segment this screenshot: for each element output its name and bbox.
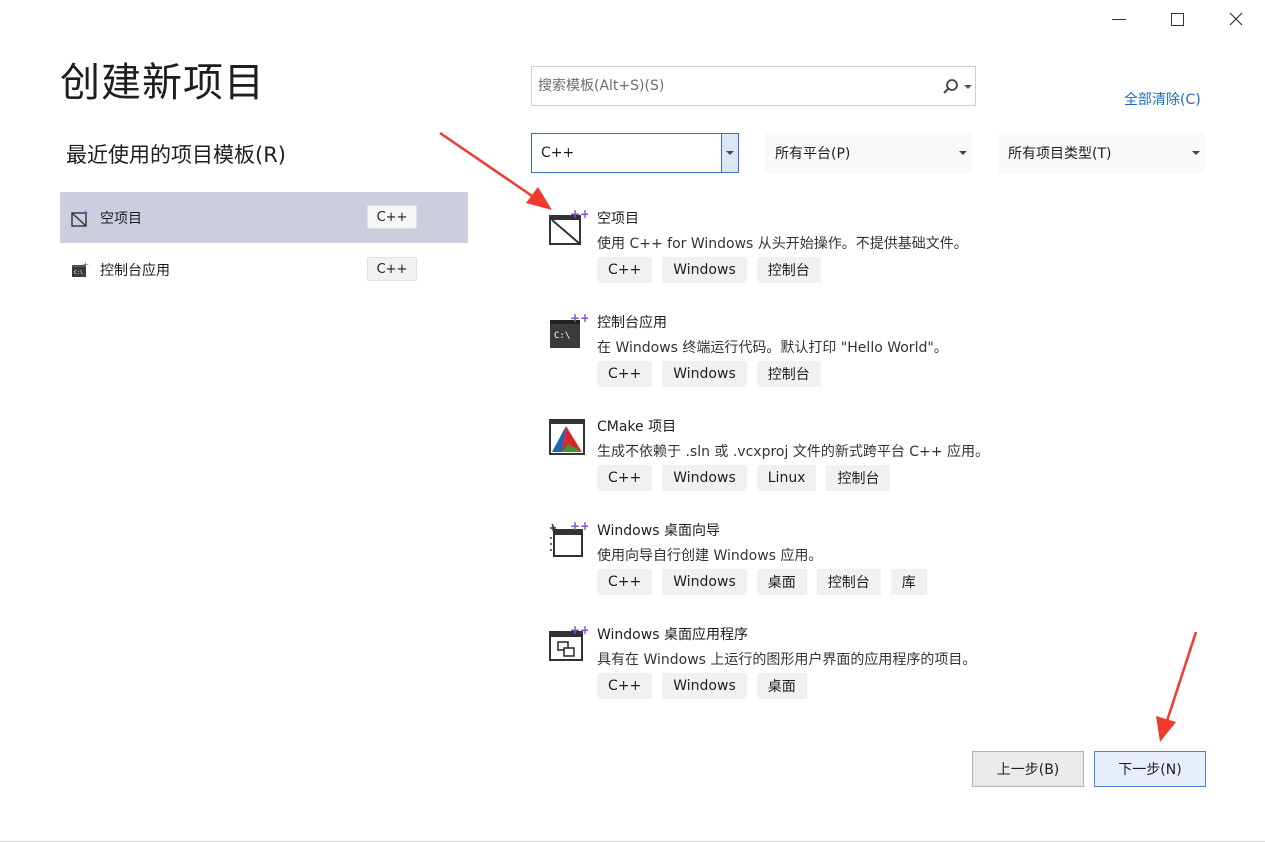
language-tag: C++ — [367, 205, 417, 229]
tag: C++ — [597, 465, 653, 491]
tag: 控制台 — [816, 569, 881, 595]
chevron-down-icon — [959, 151, 967, 155]
svg-text:++: ++ — [570, 624, 588, 637]
template-tags: C++ Windows 桌面 控制台 库 — [597, 569, 927, 595]
template-description: 在 Windows 终端运行代码。默认打印 "Hello World"。 — [597, 340, 948, 356]
project-type-filter-value: 所有项目类型(T) — [1008, 146, 1112, 162]
svg-text:C:\: C:\ — [554, 331, 570, 341]
template-tags: C++ Windows 控制台 — [597, 257, 821, 283]
project-type-filter[interactable]: 所有项目类型(T) — [998, 133, 1205, 173]
tag: 桌面 — [756, 569, 807, 595]
tag: Linux — [756, 465, 817, 491]
svg-text:++: ++ — [82, 260, 90, 269]
recent-templates-title: 最近使用的项目模板(R) — [66, 143, 286, 167]
platform-filter-value: 所有平台(P) — [775, 146, 851, 162]
template-search-input[interactable] — [532, 67, 944, 105]
template-tags: C++ Windows 桌面 — [597, 673, 807, 699]
minimize-icon — [1112, 18, 1126, 20]
tag: Windows — [662, 257, 747, 283]
tag: 库 — [890, 569, 927, 595]
console-app-icon: C:\ ++ — [70, 260, 90, 280]
svg-text:++: ++ — [570, 312, 588, 325]
template-name: Windows 桌面向导 — [597, 523, 720, 539]
clear-all-link[interactable]: 全部清除(C) — [1124, 89, 1201, 109]
tag: C++ — [597, 257, 653, 283]
template-desktop-wizard[interactable]: ++ Windows 桌面向导 使用向导自行创建 Windows 应用。 C++… — [540, 520, 1200, 620]
tag: Windows — [662, 569, 747, 595]
close-button[interactable] — [1207, 0, 1265, 38]
cmake-icon — [549, 419, 585, 455]
template-console-app[interactable]: C:\ ++ 控制台应用 在 Windows 终端运行代码。默认打印 "Hell… — [540, 312, 1200, 412]
maximize-icon — [1170, 12, 1184, 26]
tag: Windows — [662, 361, 747, 387]
desktop-app-icon: ++ — [549, 624, 588, 661]
template-name: 控制台应用 — [597, 315, 667, 331]
template-name: CMake 项目 — [597, 419, 677, 435]
chevron-down-icon — [726, 151, 734, 155]
platform-filter[interactable]: 所有平台(P) — [765, 133, 972, 173]
tag: 控制台 — [756, 257, 821, 283]
search-dropdown-icon[interactable] — [964, 85, 972, 89]
tag: C++ — [597, 569, 653, 595]
empty-project-icon: ++ — [70, 208, 90, 228]
recent-item-label: 空项目 — [100, 210, 142, 227]
template-description: 使用向导自行创建 Windows 应用。 — [597, 548, 823, 564]
template-name: 空项目 — [597, 211, 639, 227]
recent-item-empty-project[interactable]: ++ 空项目 C++ — [60, 192, 468, 243]
create-project-window: 创建新项目 最近使用的项目模板(R) ++ 空项目 C++ C:\ ++ 控制台… — [0, 0, 1265, 842]
template-description: 使用 C++ for Windows 从头开始操作。不提供基础文件。 — [597, 236, 968, 252]
recent-item-console-app[interactable]: C:\ ++ 控制台应用 C++ — [60, 244, 468, 295]
svg-text:++: ++ — [82, 208, 90, 217]
close-icon — [1229, 12, 1243, 26]
svg-text:++: ++ — [570, 208, 588, 221]
template-desktop-app[interactable]: ++ Windows 桌面应用程序 具有在 Windows 上运行的图形用户界面… — [540, 624, 1200, 724]
recent-item-label: 控制台应用 — [100, 262, 170, 279]
template-empty-project[interactable]: ++ 空项目 使用 C++ for Windows 从头开始操作。不提供基础文件… — [540, 208, 1200, 308]
next-button[interactable]: 下一步(N) — [1094, 751, 1206, 787]
language-filter-dropdown[interactable] — [721, 134, 738, 172]
tag: Windows — [662, 673, 747, 699]
language-filter-value: C++ — [541, 145, 575, 161]
template-search-box — [531, 66, 976, 106]
console-app-icon: C:\ ++ — [550, 312, 588, 348]
svg-text:++: ++ — [570, 520, 588, 533]
template-name: Windows 桌面应用程序 — [597, 627, 748, 643]
tag: 桌面 — [756, 673, 807, 699]
template-cmake-project[interactable]: CMake 项目 生成不依赖于 .sln 或 .vcxproj 文件的新式跨平台… — [540, 416, 1200, 516]
language-filter[interactable]: C++ — [531, 133, 739, 173]
template-tags: C++ Windows 控制台 — [597, 361, 821, 387]
language-tag: C++ — [367, 257, 417, 281]
template-tags: C++ Windows Linux 控制台 — [597, 465, 891, 491]
tag: 控制台 — [756, 361, 821, 387]
back-button[interactable]: 上一步(B) — [972, 751, 1084, 787]
svg-text:C:\: C:\ — [74, 270, 83, 276]
template-description: 生成不依赖于 .sln 或 .vcxproj 文件的新式跨平台 C++ 应用。 — [597, 444, 989, 460]
tag: 控制台 — [826, 465, 891, 491]
tag: Windows — [662, 465, 747, 491]
tag: C++ — [597, 673, 653, 699]
empty-project-icon: ++ — [549, 208, 588, 245]
maximize-button[interactable] — [1148, 0, 1206, 38]
chevron-down-icon — [1192, 151, 1200, 155]
search-icon[interactable] — [942, 78, 960, 96]
page-title: 创建新项目 — [60, 60, 265, 106]
tag: C++ — [597, 361, 653, 387]
template-description: 具有在 Windows 上运行的图形用户界面的应用程序的项目。 — [597, 652, 977, 668]
desktop-wizard-icon: ++ — [550, 520, 588, 557]
minimize-button[interactable] — [1090, 0, 1148, 38]
